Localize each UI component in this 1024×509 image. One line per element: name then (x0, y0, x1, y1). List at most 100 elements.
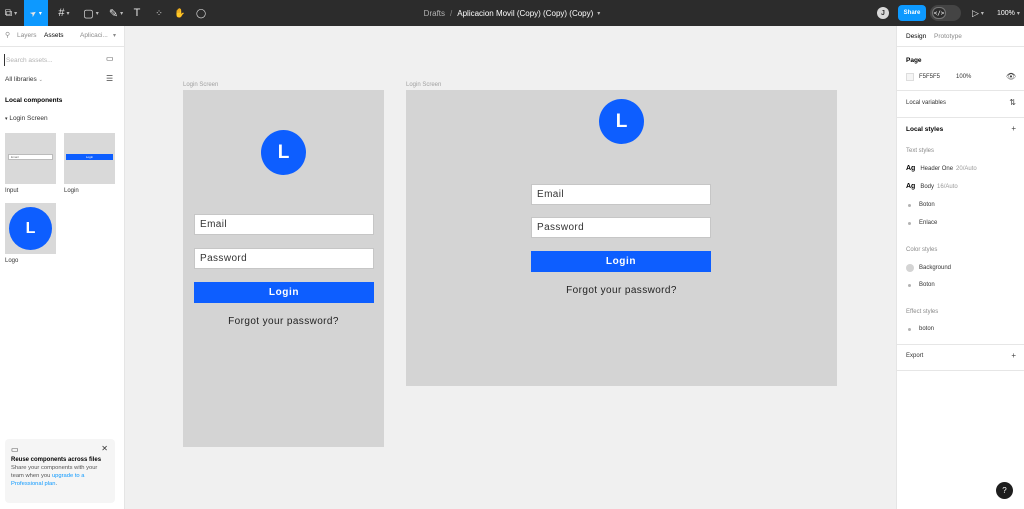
export-label: Export (906, 353, 924, 359)
list-view-icon[interactable]: ☰ (106, 74, 113, 83)
forgot-password-link[interactable]: Forgot your password? (406, 285, 837, 296)
text-style-item[interactable]: Ag Header One 20/Auto (906, 165, 977, 172)
chevron-down-icon: ▾ (1016, 10, 1020, 17)
frame-tool-icon: # (58, 7, 65, 19)
tab-prototype[interactable]: Prototype (934, 33, 962, 40)
page-section-title: Page (906, 57, 922, 64)
chevron-down-icon: ▾ (38, 10, 42, 17)
text-style-name: Body (920, 183, 935, 190)
all-libraries-dropdown[interactable]: All libraries ⌄ (5, 76, 43, 83)
variables-adjust-icon[interactable]: ⇅ (1009, 98, 1016, 107)
close-icon[interactable]: ✕ (101, 444, 108, 453)
divider (897, 46, 1024, 47)
main-menu-button[interactable]: ⧉ ▾ (0, 0, 22, 26)
rectangle-tool-icon: ▢ (83, 7, 94, 20)
chevron-down-icon: ▾ (120, 10, 124, 17)
help-button[interactable]: ? (996, 482, 1013, 499)
text-style-item[interactable]: Boton (906, 202, 935, 208)
color-style-item[interactable]: Boton (906, 282, 935, 288)
page-color-swatch[interactable] (906, 73, 914, 81)
frame-tool-button[interactable]: # ▾ (52, 0, 76, 26)
left-panel: ⚲ Layers Assets Aplicaci... ▾ Search ass… (0, 26, 125, 509)
color-styles-title: Color styles (906, 247, 938, 253)
text-style-name: Enlace (919, 220, 938, 226)
divider (897, 90, 1024, 91)
pen-tool-button[interactable]: ✎ ▾ (104, 0, 128, 26)
promo-text: Share your components with your team whe… (11, 464, 109, 488)
frame-label[interactable]: Login Screen (406, 82, 441, 88)
login-button[interactable]: Login (531, 251, 711, 272)
user-avatar[interactable]: J (877, 7, 889, 19)
text-style-icon: Ag (906, 165, 916, 172)
page-color-value[interactable]: F5F5F5 (919, 74, 940, 80)
zoom-level: 100% (997, 9, 1015, 17)
component-label: Logo (5, 258, 19, 264)
share-button[interactable]: Share (898, 5, 926, 21)
drafts-link[interactable]: Drafts (424, 9, 445, 18)
tab-layers[interactable]: Layers (17, 32, 37, 39)
local-variables-row[interactable]: Local variables (906, 100, 946, 106)
password-field[interactable]: Password (194, 248, 374, 269)
search-assets-input[interactable]: Search assets... (4, 54, 100, 66)
text-style-name: Header One (920, 165, 954, 172)
login-screen-group[interactable]: ▾ Login Screen (5, 115, 48, 122)
present-button[interactable]: ▷ ▾ (972, 0, 984, 26)
canvas[interactable]: Login Screen L Email Password Login Forg… (125, 26, 896, 509)
chevron-down-icon[interactable]: ▾ (597, 10, 600, 17)
color-style-item[interactable]: Background (906, 264, 951, 272)
add-export-icon[interactable]: + (1011, 351, 1016, 360)
search-icon[interactable]: ⚲ (5, 31, 10, 39)
tab-page-selector[interactable]: Aplicaci... (80, 32, 108, 39)
shape-tool-button[interactable]: ▢ ▾ (79, 0, 103, 26)
play-icon: ▷ (972, 7, 979, 18)
resources-icon: ⁘ (155, 7, 163, 18)
login-screen-frame-tablet[interactable]: L Email Password Login Forgot your passw… (406, 90, 837, 386)
page-opacity-value[interactable]: 100% (956, 74, 971, 80)
comment-tool-button[interactable]: ◯ (193, 0, 209, 26)
chevron-down-icon: ▾ (66, 10, 70, 17)
pen-tool-icon: ✎ (108, 7, 119, 20)
resources-button[interactable]: ⁘ (150, 0, 168, 26)
component-input-thumbnail[interactable]: Email (5, 133, 56, 184)
component-label: Input (5, 188, 19, 194)
caret-down-icon: ▾ (5, 116, 8, 122)
local-styles-title: Local styles (906, 126, 944, 133)
password-field[interactable]: Password (531, 217, 711, 238)
forgot-password-link[interactable]: Forgot your password? (183, 316, 384, 327)
component-login-thumbnail[interactable]: Login (64, 133, 115, 184)
logo[interactable]: L (599, 99, 644, 144)
login-button[interactable]: Login (194, 282, 374, 303)
tab-design[interactable]: Design (906, 33, 926, 40)
page-color-row[interactable]: F5F5F5 100% (906, 73, 971, 81)
dev-mode-toggle[interactable]: </> (930, 5, 961, 21)
move-tool-button[interactable]: ➤ ▾ (24, 0, 48, 26)
email-field[interactable]: Email (194, 214, 374, 235)
add-style-icon[interactable]: + (1011, 124, 1016, 133)
chevron-down-icon[interactable]: ▾ (113, 32, 116, 39)
logo[interactable]: L (261, 130, 306, 175)
login-screen-frame-mobile[interactable]: L Email Password Login Forgot your passw… (183, 90, 384, 447)
file-name[interactable]: Aplicacion Movil (Copy) (Copy) (Copy) (457, 9, 593, 18)
group-label: Login Screen (9, 115, 48, 122)
libraries-label: All libraries (5, 76, 37, 83)
comment-tool-icon: ◯ (195, 7, 207, 18)
text-style-item[interactable]: Ag Body 16/Auto (906, 183, 958, 190)
effect-style-item[interactable]: boton (906, 326, 934, 332)
title-separator: / (450, 8, 453, 18)
frame-label[interactable]: Login Screen (183, 82, 218, 88)
eye-icon[interactable]: 👁 (1006, 72, 1016, 81)
text-style-item[interactable]: Enlace (906, 220, 937, 226)
text-tool-button[interactable]: T (129, 0, 145, 26)
hand-tool-button[interactable]: ✋ (172, 0, 188, 26)
bullet-icon (908, 283, 911, 287)
tab-assets[interactable]: Assets (44, 32, 64, 39)
left-panel-tabs: ⚲ Layers Assets Aplicaci... ▾ (0, 26, 124, 46)
book-icon[interactable]: ▭ (106, 54, 114, 63)
component-logo-thumbnail[interactable]: L (5, 203, 56, 254)
zoom-menu[interactable]: 100% ▾ (997, 0, 1020, 26)
effect-style-name: boton (919, 326, 935, 332)
export-row[interactable]: Export (906, 353, 923, 359)
email-field[interactable]: Email (531, 184, 711, 205)
chevron-down-icon: ▾ (95, 10, 99, 17)
bullet-icon (908, 221, 911, 225)
